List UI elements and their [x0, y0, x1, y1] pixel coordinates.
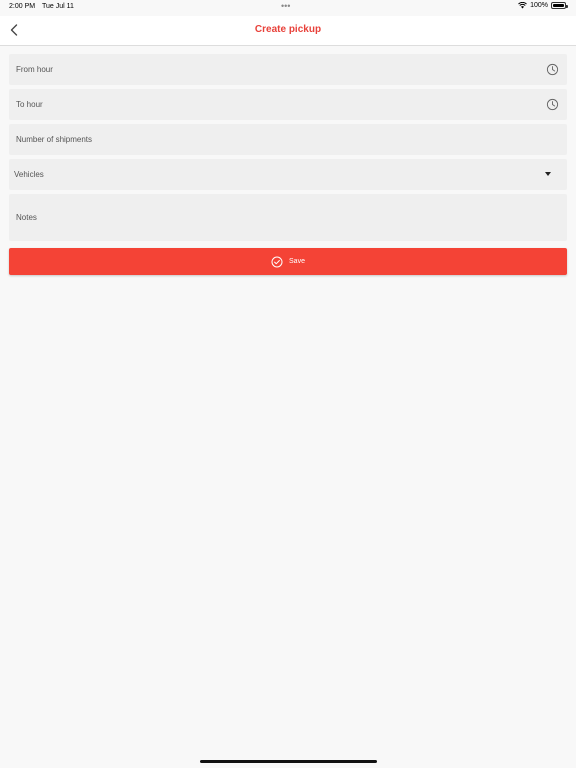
page-title: Create pickup	[254, 24, 322, 35]
notes-label: Notes	[16, 213, 37, 222]
vehicles-label: Vehicles	[14, 170, 44, 179]
status-indicators: 100%	[518, 2, 568, 9]
status-time: 2:00 PM	[9, 3, 36, 10]
save-label: Save	[289, 258, 305, 265]
to-hour-label: To hour	[16, 100, 43, 109]
shipments-field[interactable]: Number of shipments	[9, 124, 567, 155]
wifi-icon	[518, 2, 527, 9]
home-indicator[interactable]	[200, 760, 377, 763]
pickup-form: From hour To hour Number of shipments Ve…	[9, 54, 567, 245]
from-hour-label: From hour	[16, 65, 53, 74]
save-button[interactable]: Save	[9, 248, 567, 275]
status-bar: 2:00 PM Tue Jul 11 ••• 100%	[0, 0, 576, 16]
status-date: Tue Jul 11	[42, 3, 74, 10]
caret-down-icon[interactable]	[545, 172, 551, 176]
vehicles-select[interactable]: Vehicles	[9, 159, 567, 190]
from-hour-field[interactable]: From hour	[9, 54, 567, 85]
battery-icon	[551, 2, 568, 9]
clock-icon[interactable]	[546, 98, 559, 111]
check-circle-icon	[271, 256, 283, 267]
nav-bar: Create pickup	[0, 16, 576, 46]
clock-icon[interactable]	[546, 63, 559, 76]
to-hour-field[interactable]: To hour	[9, 89, 567, 120]
multitasking-dots[interactable]: •••	[281, 1, 290, 11]
notes-field[interactable]: Notes	[9, 194, 567, 241]
shipments-label: Number of shipments	[16, 135, 93, 144]
battery-percent: 100%	[530, 2, 548, 9]
